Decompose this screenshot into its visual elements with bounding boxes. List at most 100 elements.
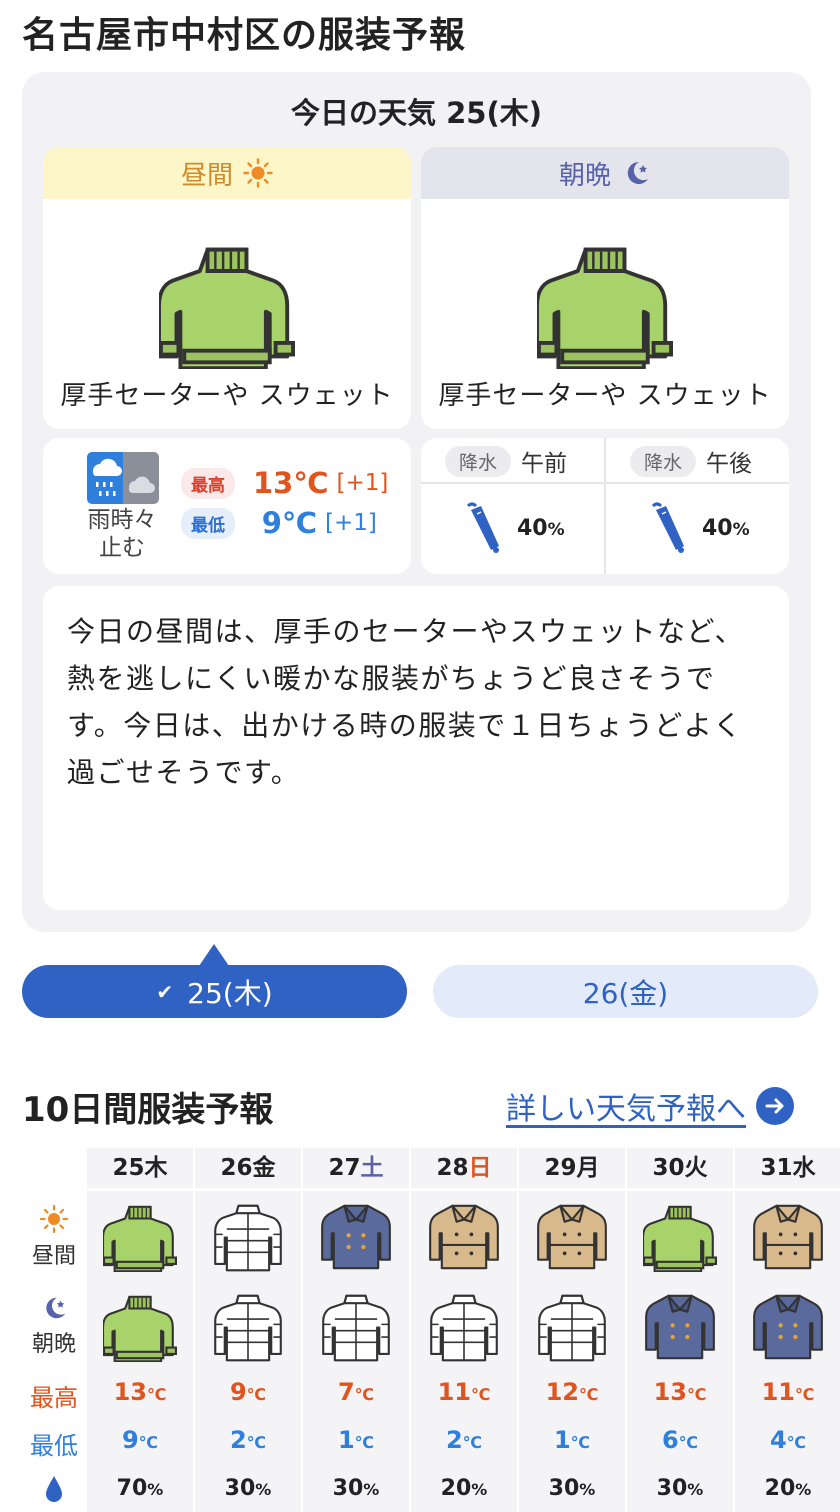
low-tag: 最低: [181, 507, 235, 539]
night-cloth-label: 厚手セーターや スウェット: [438, 381, 772, 411]
detailed-forecast-link-text: 詳しい天気予報へ: [506, 1092, 746, 1127]
sweater-icon: [159, 241, 295, 369]
date-tab-label: 26(金): [582, 976, 669, 1010]
sweater-icon: [643, 1202, 717, 1272]
high-temp-diff: [+1]: [336, 470, 389, 496]
weather-label-line1: 雨時々: [87, 507, 157, 533]
forecast-date: 26金: [220, 1155, 276, 1181]
forecast-rain: 30%: [332, 1476, 380, 1501]
sun-icon: [243, 158, 273, 188]
night-panel: 朝晩 厚手セーターや スウェット: [421, 147, 789, 429]
night-label: 朝晩: [558, 160, 611, 191]
down-jacket-icon: [427, 1292, 501, 1362]
precipitation-am-header: 降水 午前: [445, 444, 567, 478]
row-label-high: 最高: [30, 1384, 78, 1412]
forecast-high: 13℃: [113, 1378, 167, 1406]
date-tab-label: 25(木): [187, 976, 273, 1010]
forecast-low: 9℃: [121, 1426, 159, 1454]
moon-icon: [46, 1297, 66, 1319]
forecast-day-column: 25木 13℃ 9℃ 70%: [87, 1148, 193, 1512]
down-jacket-icon: [319, 1292, 393, 1362]
down-jacket-icon: [211, 1202, 285, 1272]
night-header: 朝晩: [421, 147, 789, 199]
low-temp-diff: [+1]: [325, 510, 377, 536]
forecast-rain: 20%: [440, 1476, 488, 1501]
forecast-low: 6℃: [661, 1426, 699, 1454]
low-temp-row: 最低 9℃ [+1]: [181, 506, 377, 540]
forecast-low: 4℃: [769, 1426, 807, 1454]
forecast-day-column: 26金 9℃ 2℃ 30%: [195, 1148, 301, 1512]
today-heading: 今日の天気 25(木): [291, 96, 542, 130]
precipitation-am: 降水 午前 40%: [421, 438, 604, 574]
precipitation-tag: 降水: [630, 445, 697, 477]
sweater-icon: [537, 241, 673, 369]
forecast-high: 12℃: [545, 1378, 599, 1406]
daytime-panel: 昼間 厚手セーターや スウェット: [43, 147, 411, 429]
high-temp-row: 最高 13℃ [+1]: [181, 466, 388, 500]
precipitation-am-value: 40%: [517, 516, 565, 541]
divider: [627, 1188, 733, 1191]
precipitation-time: 午前: [521, 451, 568, 477]
forecast-high: 11℃: [761, 1378, 815, 1406]
trench-coat-icon: [427, 1202, 501, 1272]
pea-coat-icon: [643, 1292, 717, 1362]
row-label-night-text: 朝晩: [31, 1332, 76, 1357]
daytime-header: 昼間: [43, 147, 411, 199]
forecast-high: 13℃: [653, 1378, 707, 1406]
divider: [303, 1188, 409, 1191]
forecast-date: 30火: [652, 1155, 708, 1181]
forecast-rain: 70%: [116, 1476, 164, 1501]
umbrella-icon: [466, 502, 499, 553]
precipitation-panel: 降水 午前 40% 降水 午後 40%: [421, 438, 789, 574]
pea-coat-icon: [751, 1292, 825, 1362]
forecast-date: 27土: [328, 1155, 384, 1181]
forecast-day-column: 27土 7℃ 1℃ 30%: [303, 1148, 409, 1512]
temperature-panel: 雨時々 止む 最高 13℃ [+1] 最低 9℃ [+1]: [43, 438, 411, 574]
row-label-night: 朝晩: [12, 1294, 96, 1358]
page-title: 名古屋市中村区の服装予報: [22, 15, 467, 56]
daytime-cloth-label: 厚手セーターや スウェット: [60, 381, 394, 411]
precipitation-pm: 降水 午後 40%: [606, 438, 789, 574]
date-tab-25[interactable]: ✔ 25(木): [22, 965, 407, 1018]
selected-date-pointer: [199, 944, 229, 966]
date-tab-26[interactable]: 26(金): [433, 965, 818, 1018]
forecast-low: 2℃: [445, 1426, 483, 1454]
check-icon: ✔: [156, 979, 174, 1004]
precipitation-pm-header: 降水 午後: [630, 444, 752, 478]
forecast-low: 1℃: [337, 1426, 375, 1454]
row-label-low: 最低: [30, 1432, 78, 1460]
row-label-day-text: 昼間: [31, 1244, 76, 1269]
raindrop-icon: [12, 1474, 96, 1508]
detailed-forecast-link[interactable]: 詳しい天気予報へ: [506, 1084, 794, 1128]
divider: [195, 1188, 301, 1191]
forecast-low: 2℃: [229, 1426, 267, 1454]
forecast-rain: 30%: [548, 1476, 596, 1501]
rain-then-cloud-icon: [87, 452, 159, 504]
forecast-day-column: 28日 11℃ 2℃ 20%: [411, 1148, 517, 1512]
forecast-date: 31水: [760, 1155, 816, 1181]
precipitation-time: 午後: [706, 451, 753, 477]
row-label-day: 昼間: [12, 1204, 96, 1270]
divider: [519, 1188, 625, 1191]
daytime-label: 昼間: [180, 160, 233, 191]
low-temp-value: 9℃: [261, 506, 317, 540]
forecast-day-column: 29月 12℃ 1℃ 30%: [519, 1148, 625, 1512]
divider: [411, 1188, 517, 1191]
tenday-title: 10日間服装予報: [22, 1090, 274, 1130]
down-jacket-icon: [535, 1292, 609, 1362]
forecast-low: 1℃: [553, 1426, 591, 1454]
umbrella-icon: [651, 502, 684, 553]
forecast-high: 9℃: [229, 1378, 267, 1406]
trench-coat-icon: [535, 1202, 609, 1272]
weather-label-line2: 止む: [99, 535, 145, 561]
arrow-right-icon: [756, 1087, 794, 1125]
precipitation-pm-value: 40%: [702, 516, 750, 541]
sweater-icon: [103, 1202, 177, 1272]
trench-coat-icon: [751, 1202, 825, 1272]
forecast-high: 7℃: [337, 1378, 375, 1406]
forecast-date: 25木: [112, 1155, 168, 1181]
clothing-comment: 今日の昼間は、厚手のセーターやスウェットなど、熱を逃しにくい暖かな服装がちょうど…: [43, 586, 789, 910]
high-temp-value: 13℃: [253, 466, 329, 500]
weather-label: 雨時々 止む: [83, 506, 161, 562]
moon-icon: [627, 161, 648, 184]
